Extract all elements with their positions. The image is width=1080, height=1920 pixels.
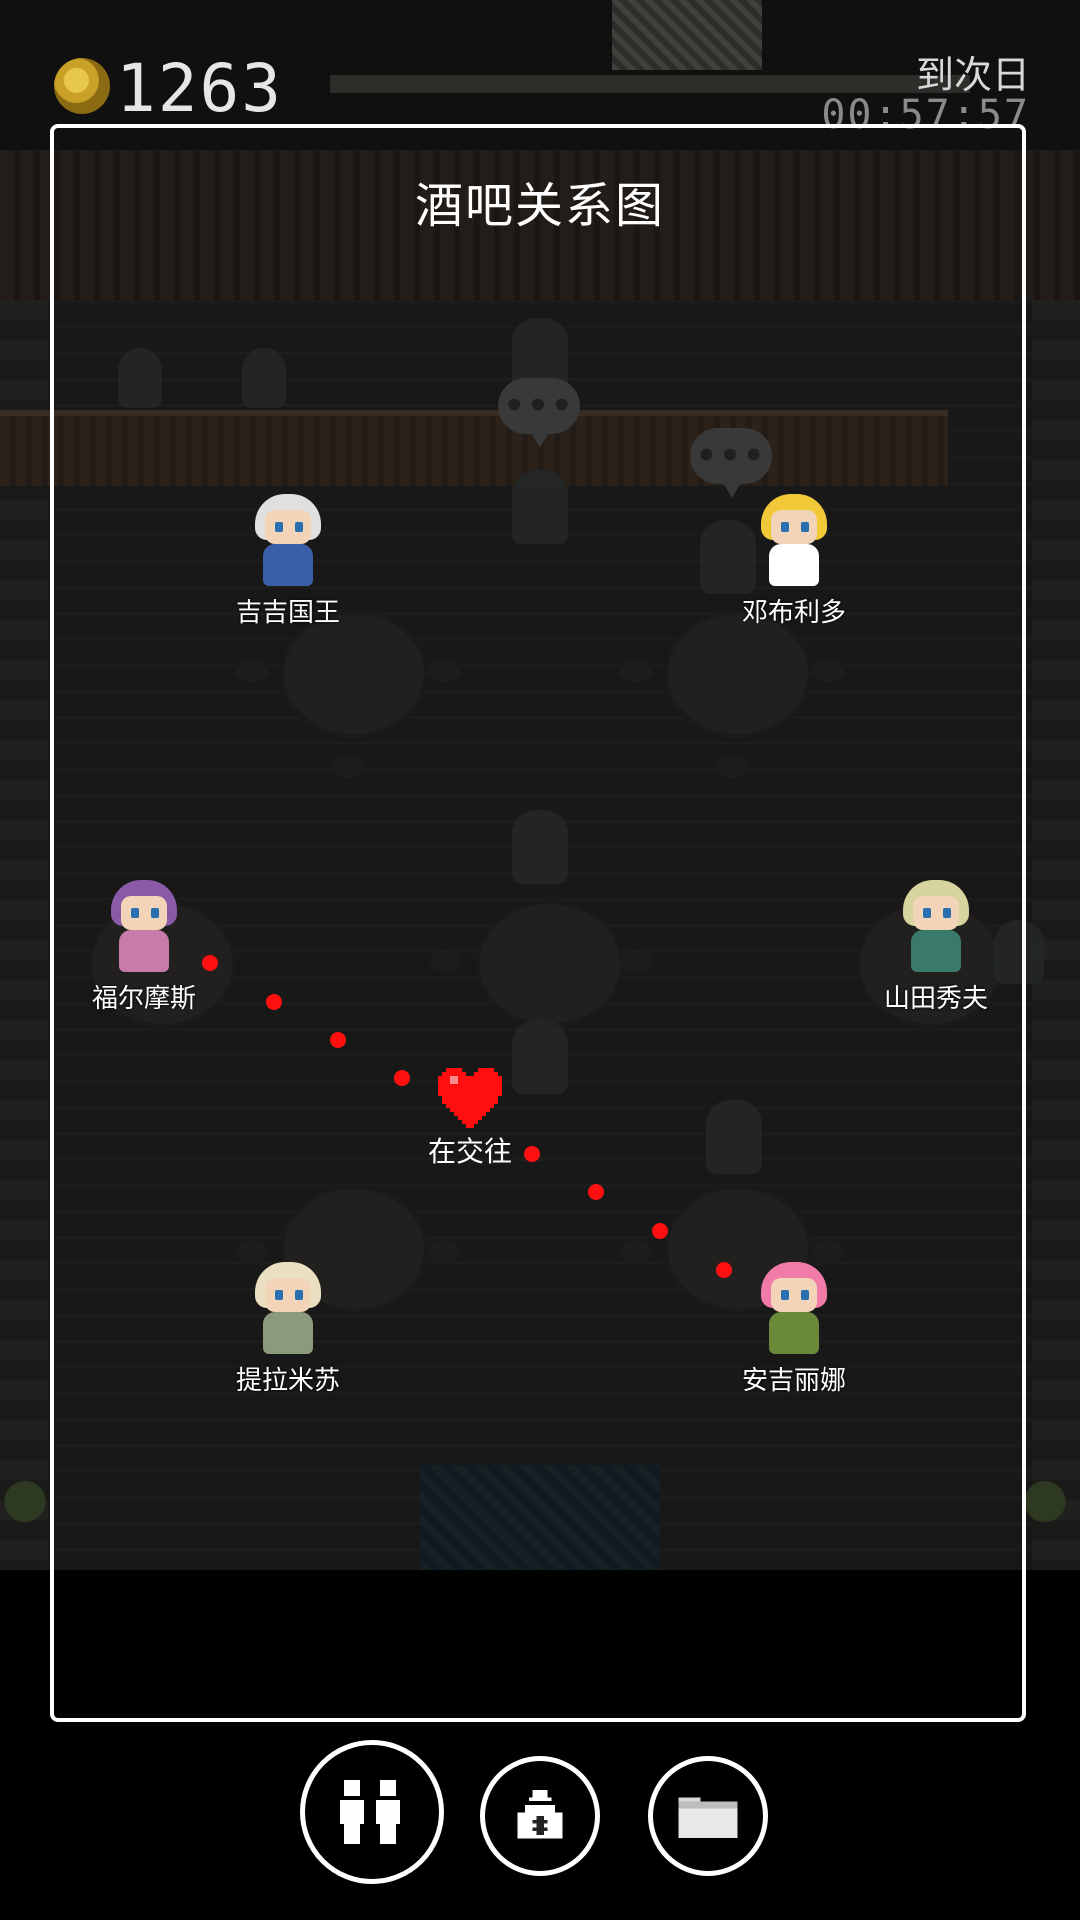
relationship-dot — [202, 955, 218, 971]
relationship-status-label: 在交往 — [427, 1135, 512, 1168]
folder-button[interactable] — [648, 1756, 768, 1876]
coin-count: 1263 — [116, 50, 283, 127]
character-sprite — [107, 880, 181, 976]
relationship-dot — [394, 1070, 410, 1086]
relationship-dot — [266, 994, 282, 1010]
money-bag-icon — [517, 1789, 563, 1839]
next-day-label: 到次日 — [915, 53, 1030, 97]
folder-icon — [678, 1797, 738, 1838]
relationship-dot — [330, 1032, 346, 1048]
character-sprite — [251, 1262, 325, 1358]
character-name: 福尔摩斯 — [91, 984, 196, 1014]
character-yamada[interactable]: 山田秀夫 — [866, 880, 1006, 1015]
gold-coin-icon — [54, 58, 110, 114]
relationship-button[interactable] — [300, 1740, 444, 1884]
character-sprite — [251, 494, 325, 590]
heart-icon[interactable] — [438, 1068, 502, 1128]
character-sprite — [757, 494, 831, 590]
money-bag-button[interactable] — [480, 1756, 600, 1876]
people-icon — [340, 1780, 400, 1844]
character-name: 安吉丽娜 — [741, 1366, 846, 1396]
panel-title: 酒吧关系图 — [414, 178, 665, 234]
character-dumbledore[interactable]: 邓布利多 — [724, 494, 864, 629]
relationship-dot — [652, 1223, 668, 1239]
character-name: 吉吉国王 — [235, 598, 340, 628]
character-holmes[interactable]: 福尔摩斯 — [74, 880, 214, 1015]
character-sprite — [899, 880, 973, 976]
character-tiramisu[interactable]: 提拉米苏 — [218, 1262, 358, 1397]
relationship-dot — [588, 1184, 604, 1200]
character-jiji-king[interactable]: 吉吉国王 — [218, 494, 358, 629]
character-name: 提拉米苏 — [235, 1366, 340, 1396]
character-name: 山田秀夫 — [883, 984, 988, 1014]
character-angelina[interactable]: 安吉丽娜 — [724, 1262, 864, 1397]
character-sprite — [757, 1262, 831, 1358]
relationship-dot — [716, 1262, 732, 1278]
character-name: 邓布利多 — [741, 598, 846, 628]
